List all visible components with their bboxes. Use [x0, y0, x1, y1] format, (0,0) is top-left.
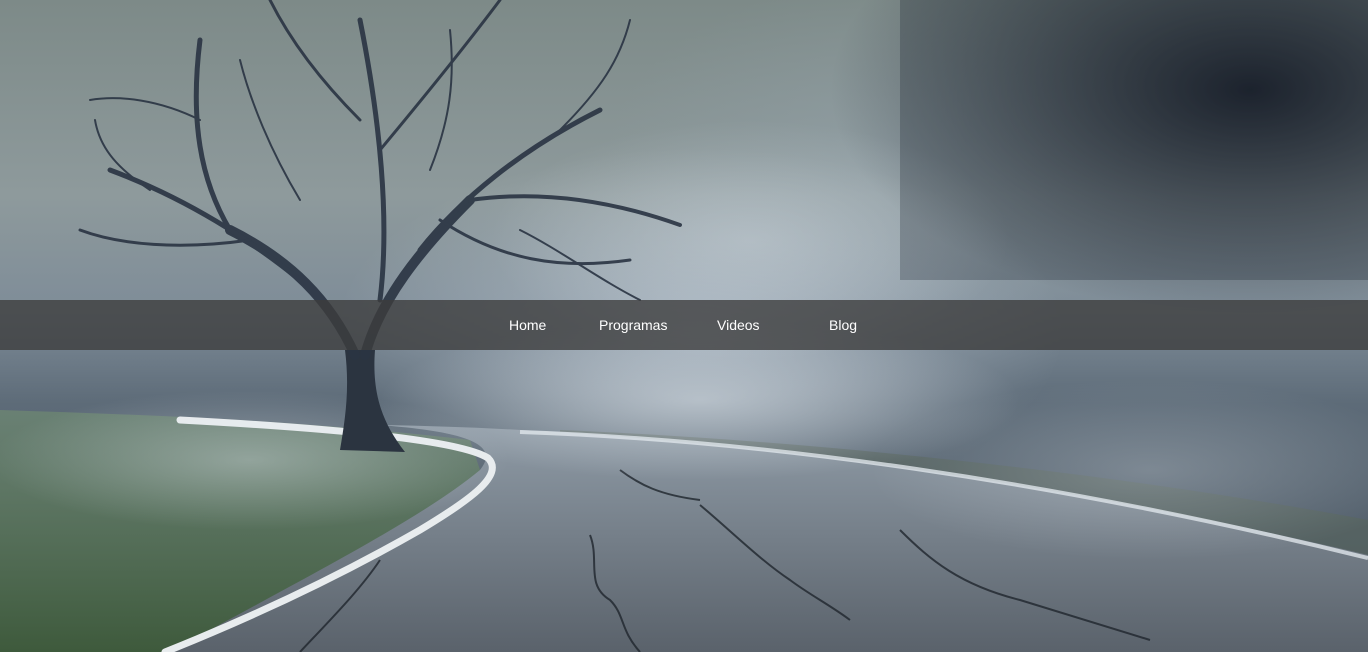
nav-blog-link[interactable]: Blog	[829, 300, 857, 350]
nav-videos-link[interactable]: Videos	[717, 300, 760, 350]
main-navbar: Home Programas Videos Blog	[0, 300, 1368, 350]
nav-programas-link[interactable]: Programas	[599, 300, 667, 350]
nav-home-link[interactable]: Home	[509, 300, 546, 350]
hero-background: Home Programas Videos Blog	[0, 0, 1368, 652]
